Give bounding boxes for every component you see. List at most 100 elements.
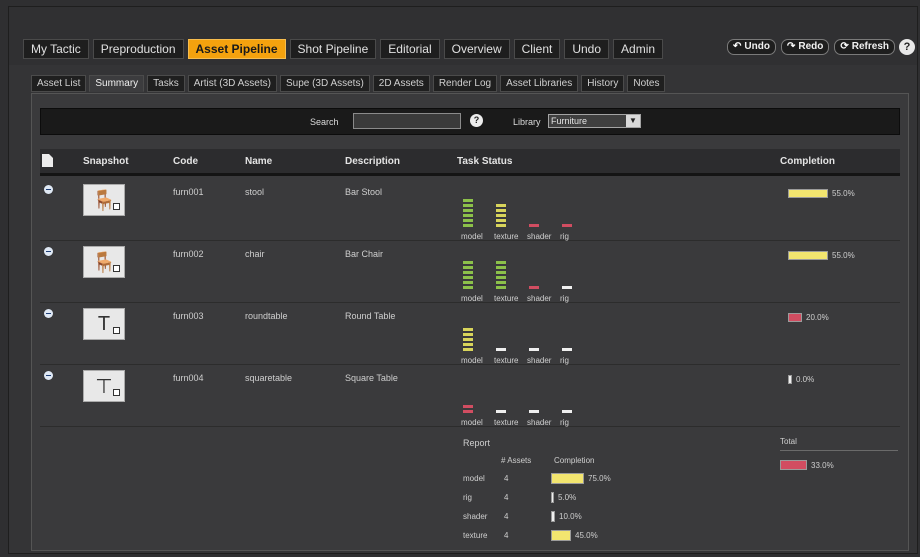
task-label: texture bbox=[494, 232, 519, 241]
snapshot-thumbnail[interactable]: 🪑 bbox=[83, 246, 125, 278]
main-tab-asset-pipeline[interactable]: Asset Pipeline bbox=[187, 39, 286, 59]
report-asset-count: 4 bbox=[504, 512, 509, 521]
snapshot-thumbnail[interactable]: 🪑 bbox=[83, 184, 125, 216]
undo-button[interactable]: ↶ Undo bbox=[727, 39, 776, 55]
report-row: texture 4 45.0% bbox=[463, 529, 643, 545]
sub-tab-supe-3d-assets-[interactable]: Supe (3D Assets) bbox=[279, 75, 370, 92]
status-segment bbox=[496, 410, 506, 413]
snapshot-thumbnail[interactable]: ⊤ bbox=[83, 370, 125, 402]
main-tab-preproduction[interactable]: Preproduction bbox=[92, 39, 184, 59]
task-label: model bbox=[461, 294, 483, 303]
sub-tab-bar: Asset List Summary Tasks Artist (3D Assets)… bbox=[31, 75, 666, 92]
status-segment bbox=[463, 328, 473, 331]
status-segment bbox=[463, 219, 473, 222]
sub-tab-asset-list[interactable]: Asset List bbox=[31, 75, 87, 92]
task-shader: shader bbox=[527, 303, 559, 365]
undo-icon: ↶ bbox=[733, 41, 742, 52]
main-tab-admin[interactable]: Admin bbox=[613, 39, 664, 59]
status-segment bbox=[529, 224, 539, 227]
sub-tab-summary[interactable]: Summary bbox=[89, 75, 145, 92]
report-completion-bar bbox=[551, 511, 555, 522]
header-name: Name bbox=[245, 156, 273, 167]
status-segment bbox=[463, 338, 473, 341]
status-segment bbox=[496, 276, 506, 279]
status-segment bbox=[463, 214, 473, 217]
task-label: rig bbox=[560, 418, 569, 427]
search-label: Search bbox=[310, 117, 339, 127]
total-completion-text: 33.0% bbox=[811, 461, 834, 470]
redo-button[interactable]: ↷ Redo bbox=[780, 39, 830, 55]
sub-tab-history[interactable]: History bbox=[581, 75, 625, 92]
status-segment bbox=[463, 276, 473, 279]
task-status: model texture shader rig bbox=[461, 241, 623, 303]
main-tab-client[interactable]: Client bbox=[513, 39, 561, 59]
collapse-icon[interactable] bbox=[44, 185, 53, 194]
main-tab-my-tactic[interactable]: My Tactic bbox=[23, 39, 89, 59]
report-row: model 4 75.0% bbox=[463, 472, 643, 488]
status-segment bbox=[463, 199, 473, 202]
table-row: ⊤ furn004 squaretable Square Table model text… bbox=[40, 365, 900, 427]
snapshot-badge-icon bbox=[113, 389, 120, 396]
asset-name: stool bbox=[245, 187, 265, 197]
search-input[interactable] bbox=[353, 113, 461, 129]
main-tab-overview[interactable]: Overview bbox=[443, 39, 510, 59]
task-status-bars bbox=[562, 346, 572, 351]
status-segment bbox=[463, 281, 473, 284]
completion-text: 20.0% bbox=[806, 313, 829, 322]
refresh-button[interactable]: ⟳ Refresh bbox=[834, 39, 895, 55]
task-status-bars bbox=[562, 222, 572, 227]
task-status-bars bbox=[463, 259, 473, 289]
asset-description: Square Table bbox=[345, 373, 398, 383]
collapse-icon[interactable] bbox=[44, 247, 53, 256]
total-divider bbox=[780, 450, 898, 451]
status-segment bbox=[463, 405, 473, 408]
round-table-icon: T bbox=[97, 312, 111, 335]
table-row: 🪑 furn002 chair Bar Chair model texture shader… bbox=[40, 241, 900, 303]
report-completion-text: 10.0% bbox=[559, 512, 582, 521]
search-bar: Search ? Library Furniture ▼ bbox=[40, 108, 900, 135]
collapse-icon[interactable] bbox=[44, 371, 53, 380]
task-status-bars bbox=[463, 197, 473, 227]
task-shader: shader bbox=[527, 365, 559, 427]
status-segment bbox=[496, 266, 506, 269]
task-label: rig bbox=[560, 356, 569, 365]
sub-tab-tasks[interactable]: Tasks bbox=[147, 75, 185, 92]
sub-tab-notes[interactable]: Notes bbox=[627, 75, 666, 92]
main-tab-shot-pipeline[interactable]: Shot Pipeline bbox=[289, 39, 377, 59]
sub-tab-asset-libraries[interactable]: Asset Libraries bbox=[500, 75, 579, 92]
task-label: rig bbox=[560, 232, 569, 241]
report-task-name: rig bbox=[463, 493, 472, 502]
status-segment bbox=[529, 410, 539, 413]
task-status-bars bbox=[529, 408, 539, 413]
status-segment bbox=[496, 224, 506, 227]
status-segment bbox=[463, 410, 473, 413]
task-label: shader bbox=[527, 356, 552, 365]
task-rig: rig bbox=[560, 303, 592, 365]
asset-name: roundtable bbox=[245, 311, 288, 321]
task-label: model bbox=[461, 232, 483, 241]
main-tab-undo[interactable]: Undo bbox=[564, 39, 610, 59]
status-segment bbox=[463, 224, 473, 227]
task-status: model texture shader rig bbox=[461, 303, 623, 365]
sub-tab-2d-assets[interactable]: 2D Assets bbox=[372, 75, 430, 92]
main-tab-editorial[interactable]: Editorial bbox=[380, 39, 440, 59]
library-select[interactable]: Furniture ▼ bbox=[548, 114, 641, 128]
action-buttons: ↶ Undo ↷ Redo ⟳ Refresh bbox=[727, 39, 895, 55]
collapse-icon[interactable] bbox=[44, 309, 53, 318]
task-model: model bbox=[461, 241, 493, 303]
completion: 20.0% bbox=[788, 313, 829, 322]
status-segment bbox=[496, 286, 506, 289]
status-segment bbox=[562, 286, 572, 289]
status-segment bbox=[496, 219, 506, 222]
task-rig: rig bbox=[560, 241, 592, 303]
snapshot-thumbnail[interactable]: T bbox=[83, 308, 125, 340]
sub-tab-artist-3d-assets-[interactable]: Artist (3D Assets) bbox=[187, 75, 277, 92]
task-label: shader bbox=[527, 418, 552, 427]
refresh-icon: ⟳ bbox=[840, 41, 849, 52]
search-help-icon[interactable]: ? bbox=[470, 114, 483, 127]
completion-text: 55.0% bbox=[832, 251, 855, 260]
help-icon[interactable]: ? bbox=[899, 39, 915, 55]
task-model: model bbox=[461, 179, 493, 241]
sub-tab-render-log[interactable]: Render Log bbox=[432, 75, 498, 92]
asset-name: squaretable bbox=[245, 373, 293, 383]
